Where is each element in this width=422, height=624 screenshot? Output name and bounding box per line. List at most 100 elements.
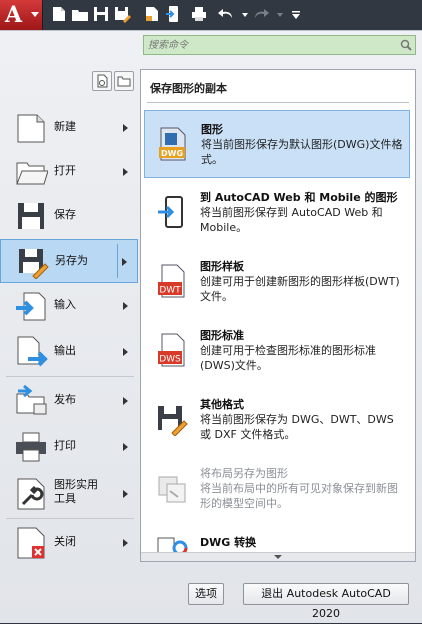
submenu-item-title: 图形 [201,123,223,136]
open-documents-button[interactable] [114,71,134,91]
menu-item-drawing-utilities[interactable]: 图形实用 工具 [0,472,138,516]
chevron-right-icon [123,539,128,547]
open-web-icon[interactable] [143,5,161,23]
search-box[interactable] [143,35,416,55]
submenu-item-save-layout: 将布局另存为图形 将当前布局中的所有可见对象保存到新图形的模型空间中。 [144,455,410,523]
submenu-item-title: 将布局另存为图形 [200,467,288,480]
menu-item-label: 保存 [54,208,76,221]
menu-item-label-line2: 工具 [54,492,76,505]
menu-item-label-line1: 图形实用 [54,478,98,491]
menu-item-label: 新建 [54,120,76,133]
save-as-icon [15,245,49,280]
chevron-right-icon [123,490,128,498]
dws-badge: DWS [159,355,181,365]
menu-item-open[interactable]: 打开 [0,150,138,194]
new-file-icon[interactable] [50,5,68,23]
dwg-convert-icon [156,536,188,552]
dws-file-icon: DWS [156,333,188,367]
dwt-badge: DWT [159,286,181,296]
menu-item-label: 关闭 [54,535,76,548]
quick-access-toolbar: A [0,0,422,30]
autocad-logo: A [5,2,23,28]
menu-item-save-as[interactable]: 另存为 [0,239,138,283]
submenu-item-desc: 创建可用于创建新图形的图形样板(DWT)文件。 [200,275,400,303]
submenu-item-title: 图形样板 [200,260,244,273]
folder-icon [117,76,131,87]
submenu-item-drawing[interactable]: DWG 图形 将当前图形保存为默认图形(DWG)文件格式。 [144,110,410,178]
application-menu-button[interactable]: A [0,0,43,30]
options-button[interactable]: 选项 [188,583,224,605]
submenu-item-desc: 将当前图形保存为 DWG、DWT、DWS 或 DXF 文件格式。 [200,413,394,441]
submenu-item-web-mobile[interactable]: 到 AutoCAD Web 和 Mobile 的图形 将当前图形保存到 Auto… [144,179,410,247]
undo-dropdown-icon[interactable] [236,5,248,23]
menu-separator [6,376,134,377]
customize-toolbar-icon[interactable] [287,5,300,23]
save-icon [14,199,48,233]
chevron-right-icon[interactable] [122,258,127,266]
printer-icon [14,430,48,464]
recent-documents-icon [97,74,108,88]
menu-item-label: 输入 [54,298,76,311]
submenu-scroll-down[interactable] [141,552,415,561]
search-icon[interactable] [399,38,413,52]
submenu-item-template[interactable]: DWT 图形样板 创建可用于创建新图形的图形样板(DWT)文件。 [144,248,410,316]
chevron-right-icon [123,124,128,132]
menu-item-export[interactable]: 输出 [0,330,138,374]
open-folder-icon [14,155,49,189]
menu-item-label: 打印 [54,439,76,452]
submenu-item-desc: 创建可用于检查图形标准的图形标准(DWS)文件。 [200,344,376,372]
submenu-item-title: 到 AutoCAD Web 和 Mobile 的图形 [200,191,398,204]
mobile-save-icon [156,195,188,229]
submenu-item-title: DWG 转换 [200,536,257,549]
menu-item-label: 输出 [54,344,76,357]
undo-icon[interactable] [217,5,235,23]
chevron-right-icon [123,397,128,405]
publish-icon [14,384,48,418]
menu-item-publish[interactable]: 发布 [0,379,138,423]
submenu-title-divider [147,102,409,103]
export-icon [14,335,48,369]
menu-item-save[interactable]: 保存 [0,194,138,238]
save-to-web-icon[interactable] [164,5,182,23]
redo-icon[interactable] [252,5,270,23]
dwt-file-icon: DWT [156,264,188,298]
application-menu-panel: 新建 打开 保存 另存为 输入 输出 [0,30,422,623]
chevron-right-icon [123,168,128,176]
menu-item-label: 打开 [54,164,76,177]
open-folder-icon[interactable] [71,5,89,23]
redo-dropdown-icon[interactable] [271,5,283,23]
save-icon[interactable] [92,5,110,23]
submenu-item-desc: 将当前布局中的所有可见对象保存到新图形的模型空间中。 [200,482,398,510]
save-as-icon[interactable] [113,5,131,23]
save-as-other-icon [156,402,188,437]
menu-separator [6,518,134,519]
svg-text:DWG: DWG [161,149,183,158]
submenu-item-dwg-convert[interactable]: DWG 转换 [144,524,410,552]
chevron-down-icon [274,555,282,559]
save-as-submenu: 保存图形的副本 DWG 图形 将当前图形保存为默认图形(DWG)文件格式。 到 … [140,69,416,562]
recent-documents-button[interactable] [92,71,112,91]
dwg-file-icon: DWG [157,127,189,161]
chevron-down-icon [31,12,39,17]
plot-icon[interactable] [190,5,208,23]
chevron-right-icon [123,302,128,310]
menu-item-print[interactable]: 打印 [0,425,138,469]
menu-item-new[interactable]: 新建 [0,106,138,150]
chevron-right-icon [123,443,128,451]
submenu-item-title: 其他格式 [200,398,244,411]
submenu-item-desc: 将当前图形保存为默认图形(DWG)文件格式。 [201,138,403,166]
search-input[interactable] [144,36,394,54]
menu-item-close[interactable]: 关闭 [0,521,138,565]
split-divider [117,244,118,278]
exit-autocad-button[interactable]: 退出 Autodesk AutoCAD 2020 [243,583,409,620]
submenu-item-other-formats[interactable]: 其他格式 将当前图形保存为 DWG、DWT、DWS 或 DXF 文件格式。 [144,386,410,454]
new-file-icon [14,111,48,145]
wrench-icon [14,477,48,511]
layout-save-icon [156,471,188,505]
submenu-item-standards[interactable]: DWS 图形标准 创建可用于检查图形标准的图形标准(DWS)文件。 [144,317,410,385]
menu-item-label: 另存为 [55,254,88,267]
submenu-title: 保存图形的副本 [150,82,227,95]
menu-item-import[interactable]: 输入 [0,284,138,328]
submenu-item-desc: 将当前图形保存到 AutoCAD Web 和 Mobile。 [200,206,383,234]
chevron-right-icon [123,348,128,356]
